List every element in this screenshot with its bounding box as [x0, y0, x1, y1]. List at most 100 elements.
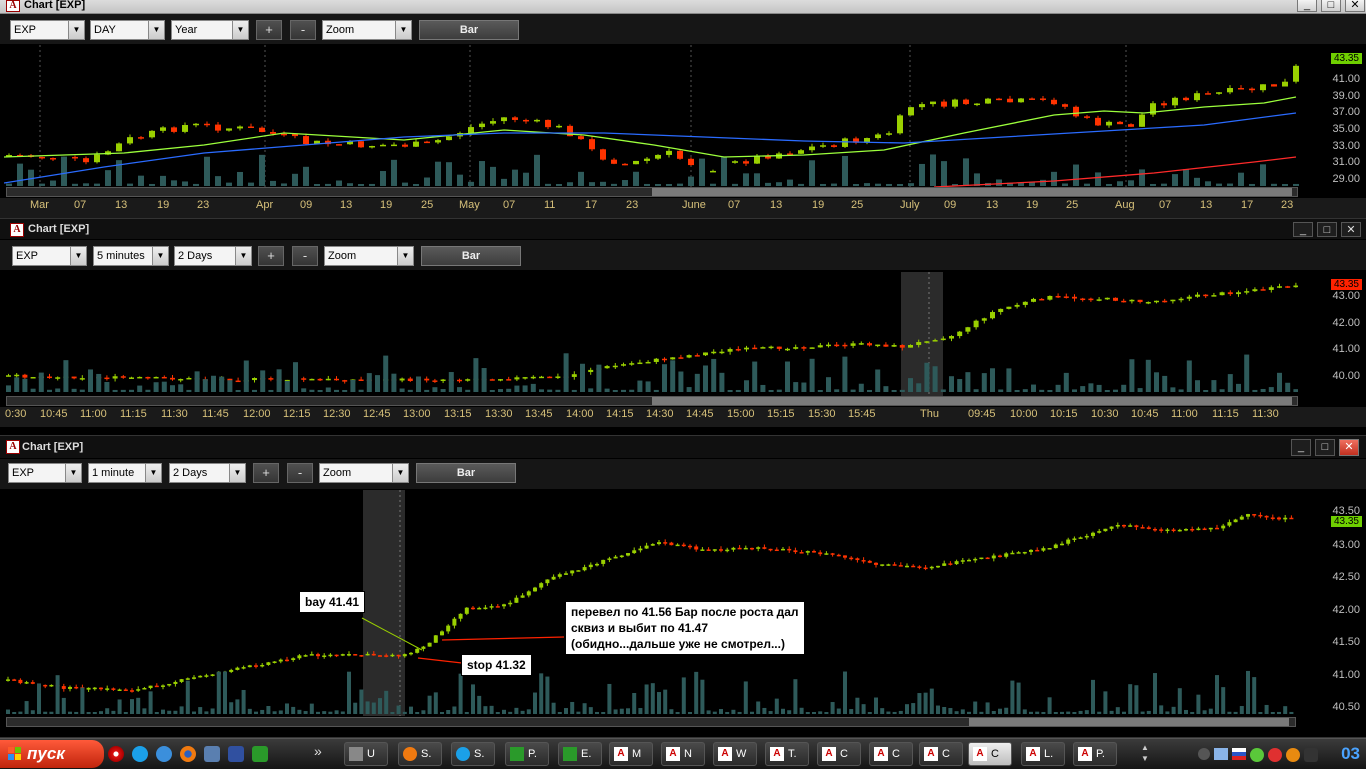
zoom-in-button[interactable]: + — [256, 20, 282, 40]
candle-body — [826, 344, 831, 347]
symbol-select[interactable]: EXP ▼ — [8, 463, 82, 483]
stop-annotation: stop 41.32 — [461, 654, 532, 676]
candle-body — [781, 548, 785, 551]
minimize-button[interactable]: _ — [1297, 0, 1317, 12]
taskbar-task[interactable]: AC — [919, 742, 963, 766]
time-label: 07 — [728, 199, 741, 211]
price-chart[interactable] — [4, 272, 1298, 396]
horizontal-scrollbar[interactable] — [6, 396, 1298, 406]
candle-body — [413, 141, 419, 147]
interval-select[interactable]: 1 minute ▼ — [88, 463, 162, 483]
close-button[interactable]: ✕ — [1345, 0, 1365, 12]
minimize-button[interactable]: _ — [1293, 222, 1313, 237]
desktop-icon[interactable] — [204, 746, 220, 762]
messenger-icon[interactable] — [1250, 748, 1264, 762]
skype-icon[interactable] — [132, 746, 148, 762]
volume-bar — [309, 389, 315, 392]
language-flag-icon[interactable] — [1232, 748, 1246, 760]
period-select[interactable]: 2 Days ▼ — [169, 463, 246, 483]
opera-icon[interactable] — [108, 746, 124, 762]
bar-type-button[interactable]: Bar — [419, 20, 519, 40]
update-icon[interactable] — [1286, 748, 1300, 762]
taskbar-task[interactable]: AC — [817, 742, 861, 766]
taskbar-task[interactable]: E. — [558, 742, 602, 766]
internet-explorer-icon[interactable] — [156, 746, 172, 762]
bar-type-button[interactable]: Bar — [421, 246, 521, 266]
volume-bar — [842, 155, 848, 186]
firefox-icon[interactable] — [180, 746, 196, 762]
candle-body — [446, 136, 452, 141]
taskbar-task[interactable]: A L. — [1021, 742, 1065, 766]
volume-bar — [858, 383, 864, 392]
window-titlebar[interactable]: A Chart [EXP] _ □ ✕ — [0, 219, 1366, 239]
volume-bar — [248, 182, 254, 186]
taskbar-task[interactable]: S. — [398, 742, 442, 766]
volume-bar — [732, 183, 738, 186]
volume-bar — [407, 389, 413, 392]
close-button[interactable]: ✕ — [1339, 439, 1359, 456]
chevron-left-icon[interactable] — [1198, 748, 1210, 760]
symbol-select[interactable]: EXP ▼ — [10, 20, 85, 40]
network-icon[interactable] — [1214, 748, 1228, 760]
zoom-select[interactable]: Zoom ▼ — [319, 463, 409, 483]
zoom-select[interactable]: Zoom ▼ — [322, 20, 412, 40]
taskbar-task[interactable]: U — [344, 742, 388, 766]
taskbar-task[interactable]: A P. — [1073, 742, 1117, 766]
taskbar-task[interactable]: AM — [609, 742, 653, 766]
volume-bar — [799, 707, 804, 714]
taskbar-task[interactable]: AN — [661, 742, 705, 766]
save-icon[interactable] — [228, 746, 244, 762]
taskbar-task[interactable]: S. — [451, 742, 495, 766]
maximize-button[interactable]: □ — [1315, 439, 1335, 456]
taskbar-task[interactable]: P. — [505, 742, 549, 766]
zoom-select[interactable]: Zoom ▼ — [324, 246, 414, 266]
start-button[interactable]: пуск — [0, 740, 104, 768]
volume-bar — [391, 159, 397, 186]
taskbar-task[interactable]: A T. — [765, 742, 809, 766]
horizontal-scrollbar[interactable] — [6, 187, 1298, 197]
window-titlebar[interactable]: A Chart [EXP] _ □ ✕ — [0, 0, 1366, 14]
zoom-out-button[interactable]: - — [287, 463, 313, 483]
volume-bar — [215, 176, 221, 186]
window-titlebar[interactable]: A Chart [EXP] _ □ ✕ — [0, 436, 1366, 458]
taskbar-task[interactable]: AC — [869, 742, 913, 766]
scrollbar-thumb[interactable] — [652, 397, 1292, 405]
zoom-in-button[interactable]: + — [253, 463, 279, 483]
scrollbar-thumb[interactable] — [969, 718, 1289, 726]
volume-bar — [508, 711, 513, 714]
volume-icon[interactable] — [1304, 748, 1318, 762]
chart-toolbar: EXP ▼ 1 minute ▼ 2 Days ▼ + - Zoom ▼ Bar — [0, 459, 1366, 489]
horizontal-scrollbar[interactable] — [6, 717, 1296, 727]
maximize-button[interactable]: □ — [1321, 0, 1341, 12]
bar-type-button[interactable]: Bar — [416, 463, 516, 483]
security-icon[interactable] — [1268, 748, 1282, 762]
scrollbar-thumb[interactable] — [652, 188, 1292, 196]
period-select[interactable]: 2 Days ▼ — [174, 246, 252, 266]
volume-bar — [793, 382, 799, 392]
zoom-out-button[interactable]: - — [292, 246, 318, 266]
close-button[interactable]: ✕ — [1341, 222, 1361, 237]
interval-select[interactable]: 5 minutes ▼ — [93, 246, 169, 266]
maximize-button[interactable]: □ — [1317, 222, 1337, 237]
taskbar-task[interactable]: AC — [968, 742, 1012, 766]
candle-body — [1041, 548, 1046, 551]
price-chart[interactable] — [4, 45, 1302, 187]
taskbar-task[interactable]: AW — [713, 742, 757, 766]
chevron-right-icon[interactable]: » — [314, 743, 322, 759]
zoom-out-button[interactable]: - — [290, 20, 316, 40]
volume-bar — [432, 387, 438, 392]
app-green-icon[interactable] — [252, 746, 268, 762]
zoom-in-button[interactable]: + — [258, 246, 284, 266]
interval-select[interactable]: DAY ▼ — [90, 20, 165, 40]
candle-body — [433, 635, 438, 643]
minimize-button[interactable]: _ — [1291, 439, 1311, 456]
trade-note-annotation: перевел по 41.56 Бар после роста дал скв… — [565, 601, 805, 655]
symbol-select[interactable]: EXP ▼ — [12, 246, 87, 266]
scroll-arrows-icon[interactable]: ▲ ▼ — [1141, 742, 1151, 766]
volume-bar — [1238, 172, 1244, 186]
period-select[interactable]: Year ▼ — [171, 20, 249, 40]
time-label: 19 — [1026, 199, 1039, 211]
candle-body — [686, 355, 692, 358]
clock[interactable]: 03 — [1341, 744, 1360, 764]
volume-bar — [1104, 389, 1110, 392]
